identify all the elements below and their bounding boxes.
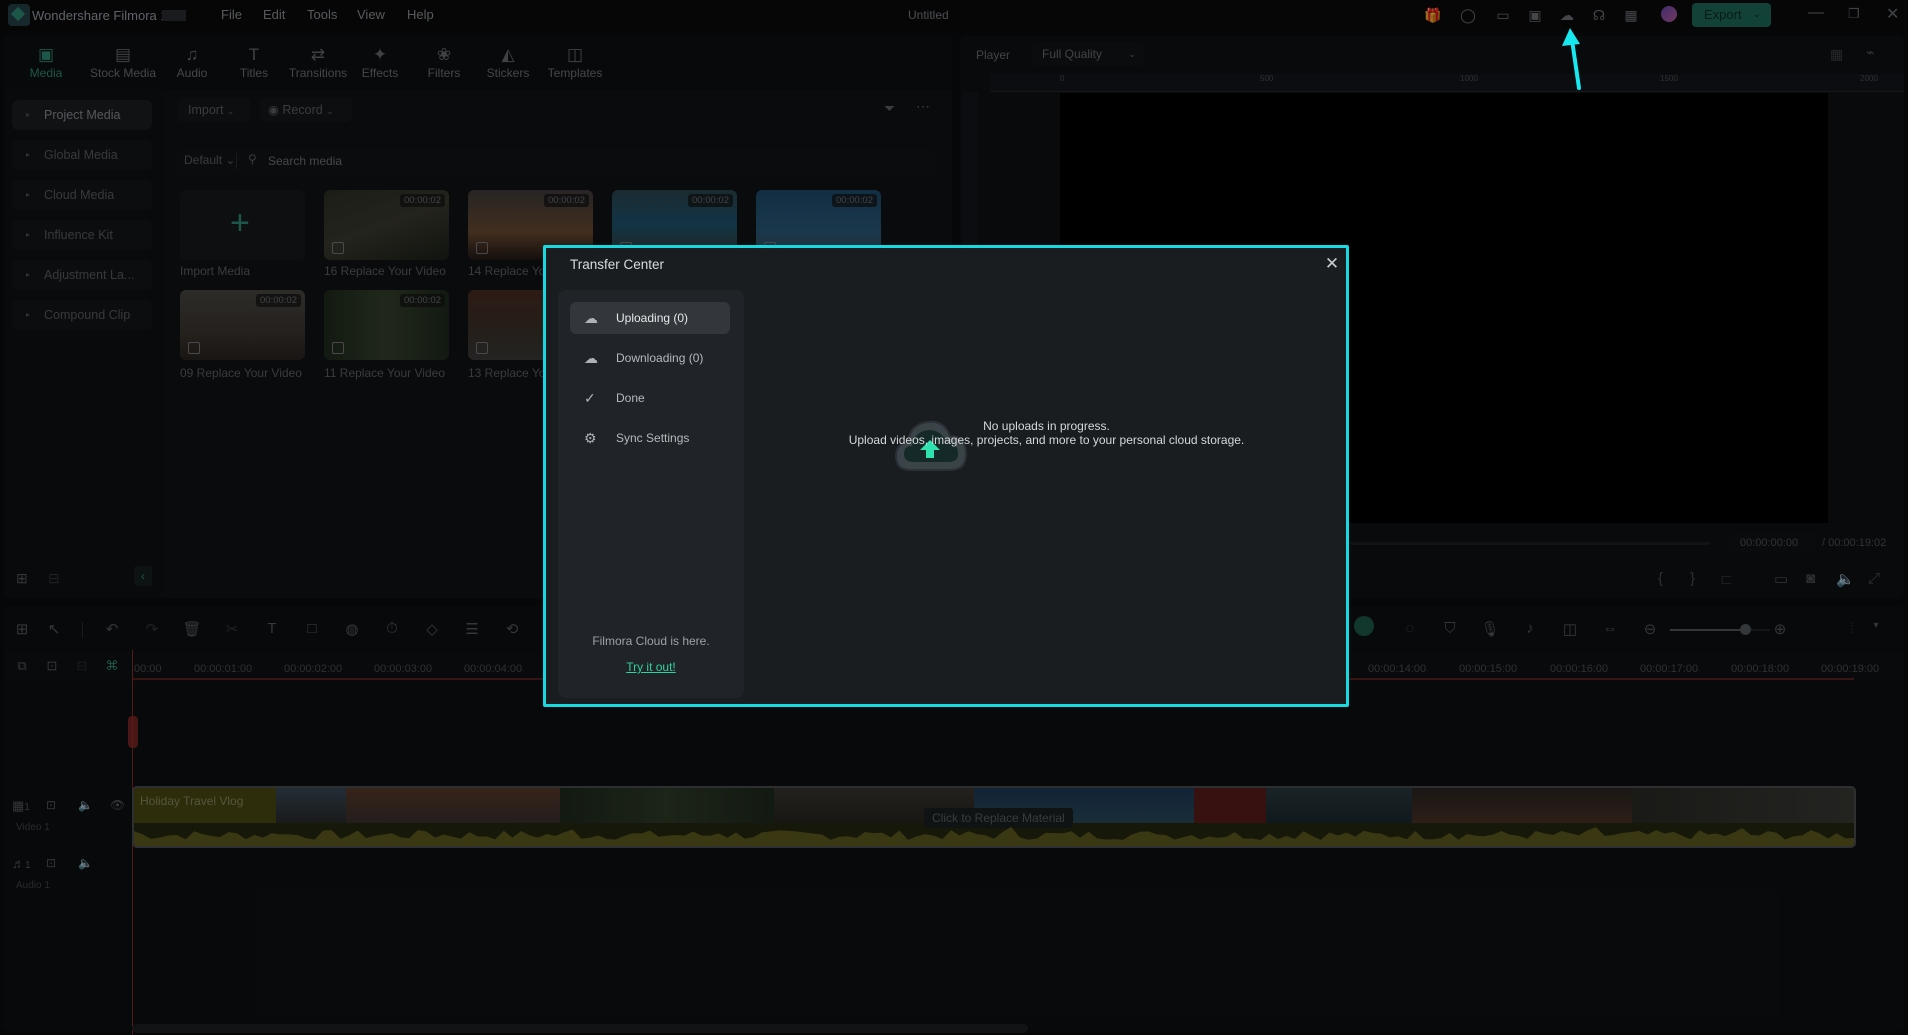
transfer-center-dialog: Transfer Center ✕ ☁ Uploading (0) ☁ Downlo… xyxy=(543,245,1349,707)
check-circle-icon: ✓ xyxy=(584,390,596,406)
gear-icon: ⚙ xyxy=(584,430,597,446)
nav-label: Done xyxy=(616,391,645,405)
nav-sync-settings[interactable]: ⚙ Sync Settings xyxy=(570,422,730,454)
try-it-out-link[interactable]: Try it out! xyxy=(558,660,744,674)
cloud-download-icon: ☁ xyxy=(584,350,598,366)
close-icon[interactable]: ✕ xyxy=(1322,254,1342,274)
dialog-sidebar: ☁ Uploading (0) ☁ Downloading (0) ✓ Done ⚙ S… xyxy=(558,290,744,698)
nav-downloading[interactable]: ☁ Downloading (0) xyxy=(570,342,730,374)
nav-uploading[interactable]: ☁ Uploading (0) xyxy=(570,302,730,334)
dialog-title: Transfer Center xyxy=(570,257,665,272)
nav-label: Sync Settings xyxy=(616,431,690,445)
empty-title: No uploads in progress. xyxy=(983,419,1110,433)
nav-label: Uploading (0) xyxy=(616,311,689,325)
nav-done[interactable]: ✓ Done xyxy=(570,382,730,414)
annotation-arrow xyxy=(1562,28,1581,90)
cloud-upload-icon: ☁ xyxy=(584,310,598,326)
empty-subtitle: Upload videos, images, projects, and mor… xyxy=(848,433,1245,447)
promo-text: Filmora Cloud is here. xyxy=(592,634,710,648)
nav-label: Downloading (0) xyxy=(616,351,704,365)
